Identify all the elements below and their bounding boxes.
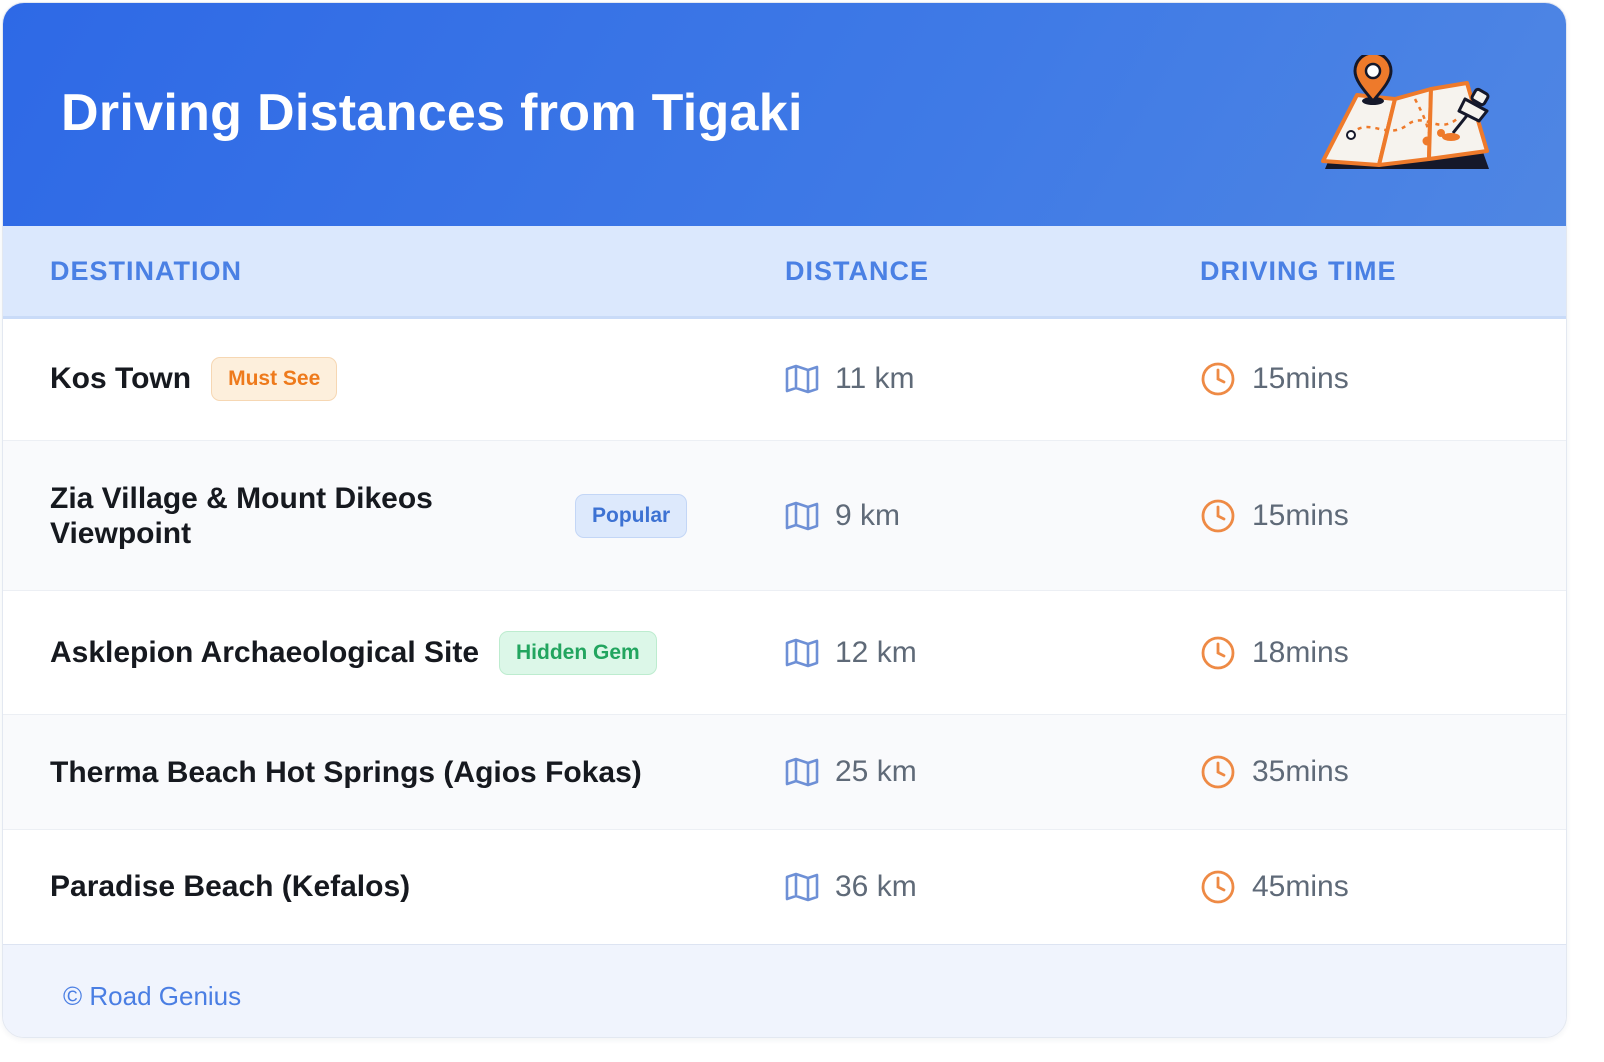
column-header-distance: DISTANCE <box>785 256 930 286</box>
page-title: Driving Distances from Tigaki <box>61 84 803 142</box>
time-value: 45mins <box>1252 869 1349 903</box>
time-value: 35mins <box>1252 755 1349 788</box>
map-illustration-icon <box>1321 55 1490 169</box>
distance-cell: 9 km <box>785 441 900 590</box>
table-row: Paradise Beach (Kefalos) 36 km 45mins <box>3 830 1566 943</box>
distance-cell: 11 km <box>785 317 914 440</box>
card-header: Driving Distances from Tigaki <box>3 3 1566 226</box>
map-icon <box>785 364 819 394</box>
clock-icon <box>1200 635 1236 671</box>
map-icon <box>785 638 819 668</box>
time-value: 15mins <box>1252 498 1349 532</box>
distance-value: 25 km <box>835 755 917 788</box>
clock-icon <box>1200 361 1236 397</box>
table-row: Therma Beach Hot Springs (Agios Fokas) 2… <box>3 715 1566 830</box>
destination-cell: Therma Beach Hot Springs (Agios Fokas) <box>50 715 642 829</box>
map-icon <box>785 872 819 902</box>
distance-value: 11 km <box>835 361 915 395</box>
distance-cell: 12 km <box>785 591 917 714</box>
destination-cell: Zia Village & Mount Dikeos Viewpoint Pop… <box>50 441 688 590</box>
column-header-driving-time: DRIVING TIME <box>1200 256 1397 286</box>
distance-value: 36 km <box>835 869 917 903</box>
table-row: Zia Village & Mount Dikeos Viewpoint Pop… <box>3 441 1566 591</box>
map-icon <box>785 501 819 531</box>
card-footer: © Road Genius <box>3 944 1566 1037</box>
destination-name: Kos Town <box>50 362 192 395</box>
time-value: 15mins <box>1252 361 1349 395</box>
table-row: Asklepion Archaeological Site Hidden Gem… <box>3 591 1566 715</box>
destination-cell: Kos Town Must See <box>50 317 338 440</box>
column-header-destination: DESTINATION <box>50 256 242 286</box>
destination-name: Zia Village & Mount Dikeos Viewpoint <box>50 481 433 550</box>
time-cell: 45mins <box>1200 830 1349 943</box>
map-icon <box>785 757 819 787</box>
distance-card: Driving Distances from Tigaki DESTINATIO… <box>2 2 1567 1038</box>
destination-name: Paradise Beach (Kefalos) <box>50 870 411 903</box>
time-value: 18mins <box>1252 635 1349 669</box>
distance-value: 9 km <box>835 498 901 532</box>
clock-icon <box>1200 754 1236 790</box>
distance-cell: 36 km <box>785 830 917 943</box>
time-cell: 15mins <box>1200 317 1349 440</box>
destination-name: Asklepion Archaeological Site <box>50 636 480 669</box>
destination-cell: Asklepion Archaeological Site Hidden Gem <box>50 591 657 714</box>
badge-popular: Popular <box>575 493 688 538</box>
table-header: DESTINATION DISTANCE DRIVING TIME <box>3 226 1566 319</box>
time-cell: 18mins <box>1200 591 1349 714</box>
time-cell: 15mins <box>1200 441 1349 590</box>
footer-credit: © Road Genius <box>63 981 242 1011</box>
destination-name: Therma Beach Hot Springs (Agios Fokas) <box>50 755 642 789</box>
destination-cell: Paradise Beach (Kefalos) <box>50 830 410 943</box>
table-row: Kos Town Must See 11 km 15mins <box>3 317 1566 441</box>
clock-icon <box>1200 498 1236 534</box>
clock-icon <box>1200 869 1236 905</box>
badge-must-see: Must See <box>211 356 338 401</box>
badge-hidden-gem: Hidden Gem <box>499 630 657 675</box>
time-cell: 35mins <box>1200 715 1349 829</box>
distance-value: 12 km <box>835 635 917 669</box>
distance-cell: 25 km <box>785 715 917 829</box>
